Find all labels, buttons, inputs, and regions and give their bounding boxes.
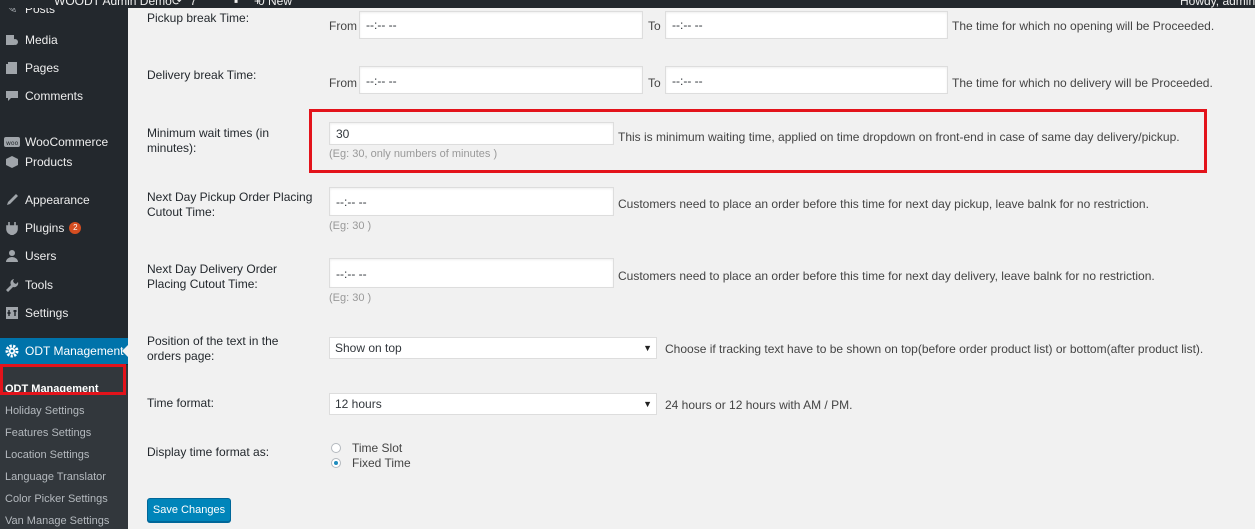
next-day-delivery-label: Next Day Delivery Order Placing Cutout T… bbox=[147, 262, 278, 291]
products-icon bbox=[4, 154, 20, 170]
pin-icon: ✎ bbox=[6, 8, 18, 16]
sidebar-item-comments[interactable]: Comments bbox=[0, 83, 128, 109]
sidebar-item-label: ODT Management bbox=[25, 344, 124, 358]
submenu-item-color-picker-settings[interactable]: Color Picker Settings bbox=[5, 493, 108, 505]
pickup-break-to-input[interactable]: --:-- -- bbox=[665, 11, 948, 39]
settings-icon bbox=[4, 305, 20, 321]
sidebar-item-plugins[interactable]: Plugins 2 bbox=[0, 215, 128, 241]
next-day-delivery-description: Customers need to place an order before … bbox=[618, 269, 1155, 283]
next-day-pickup-description: Customers need to place an order before … bbox=[618, 197, 1149, 211]
woocommerce-icon: woo bbox=[4, 134, 20, 150]
text-position-label: Position of the text in the orders page: bbox=[147, 334, 279, 363]
radio-time-slot[interactable] bbox=[331, 443, 341, 453]
sidebar-item-label: Pages bbox=[25, 61, 60, 75]
radio-time-slot-label: Time Slot bbox=[352, 441, 403, 455]
pages-icon bbox=[4, 60, 20, 76]
settings-form: Pickup break Time: From --:-- -- To --:-… bbox=[128, 0, 1255, 529]
pickup-break-label: Pickup break Time: bbox=[147, 11, 250, 25]
min-wait-highlight-box bbox=[309, 109, 1207, 173]
sidebar-item-label: WooCommerce bbox=[25, 135, 109, 149]
time-format-select[interactable]: 12 hours ▼ bbox=[329, 393, 657, 415]
sidebar-item-label: Plugins bbox=[25, 221, 65, 235]
gear-icon bbox=[4, 343, 20, 359]
delivery-break-label: Delivery break Time: bbox=[147, 68, 257, 82]
text-position-description: Choose if tracking text have to be shown… bbox=[665, 342, 1204, 356]
sidebar-item-odt-management[interactable]: ODT Management bbox=[0, 338, 128, 364]
text-position-selected: Show on top bbox=[335, 341, 402, 355]
comments-icon bbox=[4, 88, 20, 104]
sidebar-item-appearance[interactable]: Appearance bbox=[0, 187, 128, 213]
time-format-selected: 12 hours bbox=[335, 397, 382, 411]
dropdown-arrow-icon: ▼ bbox=[643, 343, 652, 353]
next-day-delivery-hint: (Eg: 30 ) bbox=[329, 292, 372, 304]
pickup-to-label: To bbox=[648, 19, 661, 33]
sidebar-item-label: Users bbox=[25, 249, 57, 263]
submenu-item-holiday-settings[interactable]: Holiday Settings bbox=[5, 405, 85, 417]
admin-sidebar: ✎ Posts Media Pages Comments woo WooComm… bbox=[0, 8, 128, 529]
sidebar-item-label: Products bbox=[25, 155, 73, 169]
pickup-break-from-input[interactable]: --:-- -- bbox=[359, 11, 643, 39]
pickup-from-label: From bbox=[329, 19, 357, 33]
sidebar-item-posts[interactable]: ✎ Posts bbox=[0, 8, 128, 22]
min-wait-label: Minimum wait times (in minutes): bbox=[147, 126, 270, 155]
sidebar-item-media[interactable]: Media bbox=[0, 27, 128, 53]
svg-text:woo: woo bbox=[6, 140, 19, 147]
submenu-item-features-settings[interactable]: Features Settings bbox=[5, 427, 91, 439]
sidebar-item-products[interactable]: Products bbox=[0, 149, 128, 175]
time-format-label: Time format: bbox=[147, 396, 214, 410]
radio-fixed-time-label: Fixed Time bbox=[352, 456, 411, 470]
sidebar-item-pages[interactable]: Pages bbox=[0, 55, 128, 81]
sidebar-item-users[interactable]: Users bbox=[0, 243, 128, 269]
sidebar-item-label: Posts bbox=[25, 8, 56, 16]
submenu-item-language-translator[interactable]: Language Translator bbox=[5, 471, 106, 483]
delivery-break-to-input[interactable]: --:-- -- bbox=[665, 66, 948, 94]
tools-icon bbox=[4, 277, 20, 293]
delivery-break-from-input[interactable]: --:-- -- bbox=[359, 66, 643, 94]
sidebar-item-tools[interactable]: Tools bbox=[0, 272, 128, 298]
submenu-item-location-settings[interactable]: Location Settings bbox=[5, 449, 89, 461]
plugins-update-badge: 2 bbox=[69, 222, 82, 234]
plugins-icon bbox=[4, 220, 20, 236]
media-icon bbox=[4, 32, 20, 48]
users-icon bbox=[4, 248, 20, 264]
sidebar-item-label: Media bbox=[25, 33, 58, 47]
text-position-select[interactable]: Show on top ▼ bbox=[329, 337, 657, 359]
time-format-description: 24 hours or 12 hours with AM / PM. bbox=[665, 398, 853, 412]
delivery-to-label: To bbox=[648, 76, 661, 90]
sidebar-item-label: Settings bbox=[25, 306, 69, 320]
next-day-pickup-label: Next Day Pickup Order Placing Cutout Tim… bbox=[147, 190, 313, 219]
next-day-pickup-hint: (Eg: 30 ) bbox=[329, 220, 372, 232]
pickup-break-description: The time for which no opening will be Pr… bbox=[952, 19, 1215, 33]
appearance-icon bbox=[4, 192, 20, 208]
sidebar-item-label: Appearance bbox=[25, 193, 90, 207]
next-day-pickup-input[interactable]: --:-- -- bbox=[329, 187, 614, 216]
radio-fixed-time[interactable] bbox=[331, 458, 341, 468]
delivery-break-description: The time for which no delivery will be P… bbox=[952, 76, 1213, 90]
next-day-delivery-input[interactable]: --:-- -- bbox=[329, 258, 614, 288]
display-format-label: Display time format as: bbox=[147, 445, 270, 459]
sidebar-highlight-box bbox=[0, 364, 126, 395]
submenu-item-van-manage-settings[interactable]: Van Manage Settings bbox=[5, 515, 109, 527]
sidebar-item-label: Comments bbox=[25, 89, 84, 103]
sidebar-item-settings[interactable]: Settings bbox=[0, 300, 128, 326]
sidebar-item-label: Tools bbox=[25, 278, 54, 292]
save-changes-button[interactable]: Save Changes bbox=[147, 498, 231, 522]
delivery-from-label: From bbox=[329, 76, 357, 90]
dropdown-arrow-icon: ▼ bbox=[643, 399, 652, 409]
